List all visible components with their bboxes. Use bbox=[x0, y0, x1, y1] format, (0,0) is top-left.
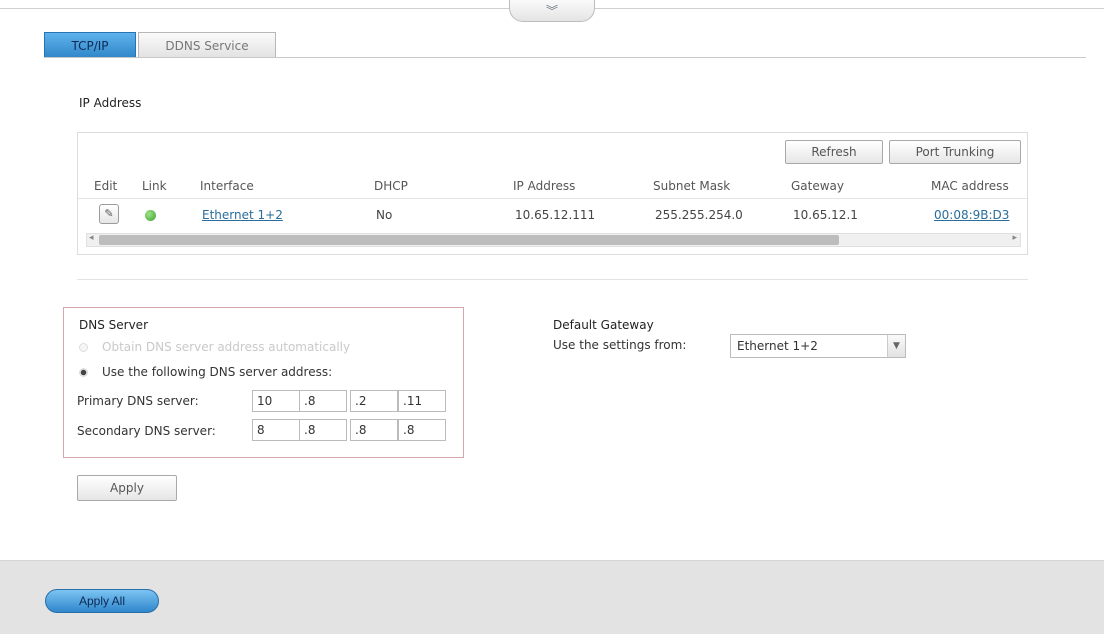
horizontal-scrollbar[interactable]: ◂ ▸ bbox=[86, 233, 1021, 247]
dns-manual-radio[interactable] bbox=[79, 367, 88, 377]
ip-address-value: 10.65.12.111 bbox=[515, 208, 596, 222]
chevron-down-icon[interactable]: ▼ bbox=[887, 335, 905, 357]
tab-divider bbox=[44, 57, 1086, 58]
secondary-dns-octet-4[interactable]: .8 bbox=[398, 419, 446, 441]
column-header-interface: Interface bbox=[200, 179, 254, 193]
primary-dns-label: Primary DNS server: bbox=[77, 394, 199, 408]
chevron-down-icon: ︾ bbox=[545, 4, 558, 18]
secondary-dns-octet-3[interactable]: .8 bbox=[350, 419, 398, 441]
port-trunking-button[interactable]: Port Trunking bbox=[889, 140, 1021, 164]
gateway-source-label: Use the settings from: bbox=[553, 338, 687, 352]
column-header-ip-address: IP Address bbox=[513, 179, 576, 193]
refresh-button[interactable]: Refresh bbox=[785, 140, 883, 164]
section-divider bbox=[77, 279, 1028, 280]
dns-manual-label: Use the following DNS server address: bbox=[102, 365, 333, 379]
gateway-value: 10.65.12.1 bbox=[793, 208, 858, 222]
primary-dns-octet-2[interactable]: .8 bbox=[299, 390, 347, 412]
column-header-dhcp: DHCP bbox=[374, 179, 408, 193]
table-header: Edit Link Interface DHCP IP Address Subn… bbox=[78, 173, 1027, 199]
ip-address-panel: Refresh Port Trunking Edit Link Interfac… bbox=[77, 132, 1028, 255]
link-status-icon bbox=[145, 210, 156, 221]
ip-address-section-title: IP Address bbox=[79, 96, 142, 110]
dns-manual-option[interactable]: Use the following DNS server address: bbox=[79, 365, 332, 379]
tab-bar: TCP/IP DDNS Service bbox=[44, 32, 278, 58]
dns-server-box: DNS Server Obtain DNS server address aut… bbox=[63, 307, 464, 458]
scroll-thumb[interactable] bbox=[99, 235, 839, 245]
secondary-dns-octet-1[interactable]: 8 bbox=[252, 419, 300, 441]
tab-tcpip[interactable]: TCP/IP bbox=[44, 32, 136, 58]
gateway-source-select[interactable]: Ethernet 1+2 ▼ bbox=[730, 334, 906, 358]
gateway-selected-value: Ethernet 1+2 bbox=[737, 339, 818, 353]
primary-dns-octet-4[interactable]: .11 bbox=[398, 390, 446, 412]
footer-bar bbox=[0, 560, 1104, 634]
tab-ddns-service[interactable]: DDNS Service bbox=[138, 32, 276, 58]
dns-auto-option[interactable]: Obtain DNS server address automatically bbox=[79, 340, 350, 354]
table-row[interactable]: ✎ Ethernet 1+2 No 10.65.12.111 255.255.2… bbox=[78, 200, 1027, 230]
column-header-mac-address: MAC address bbox=[931, 179, 1009, 193]
column-header-subnet-mask: Subnet Mask bbox=[653, 179, 731, 193]
scroll-left-icon[interactable]: ◂ bbox=[89, 233, 94, 243]
edit-icon[interactable]: ✎ bbox=[99, 204, 119, 224]
dns-server-title: DNS Server bbox=[79, 318, 148, 332]
collapse-handle[interactable]: ︾ bbox=[509, 0, 595, 22]
apply-all-button[interactable]: Apply All bbox=[45, 589, 159, 613]
column-header-edit: Edit bbox=[94, 179, 118, 193]
dhcp-value: No bbox=[376, 208, 393, 222]
scroll-right-icon[interactable]: ▸ bbox=[1012, 233, 1017, 243]
primary-dns-octet-1[interactable]: 10 bbox=[252, 390, 300, 412]
default-gateway-title: Default Gateway bbox=[553, 318, 654, 332]
dns-auto-radio[interactable] bbox=[79, 342, 88, 352]
column-header-link: Link bbox=[142, 179, 167, 193]
secondary-dns-label: Secondary DNS server: bbox=[77, 424, 216, 438]
interface-link[interactable]: Ethernet 1+2 bbox=[202, 208, 283, 222]
column-header-gateway: Gateway bbox=[791, 179, 845, 193]
mac-address-link[interactable]: 00:08:9B:D3 bbox=[934, 208, 1009, 222]
apply-button[interactable]: Apply bbox=[77, 475, 177, 501]
subnet-mask-value: 255.255.254.0 bbox=[655, 208, 743, 222]
secondary-dns-octet-2[interactable]: .8 bbox=[299, 419, 347, 441]
primary-dns-octet-3[interactable]: .2 bbox=[350, 390, 398, 412]
dns-auto-label: Obtain DNS server address automatically bbox=[102, 340, 351, 354]
